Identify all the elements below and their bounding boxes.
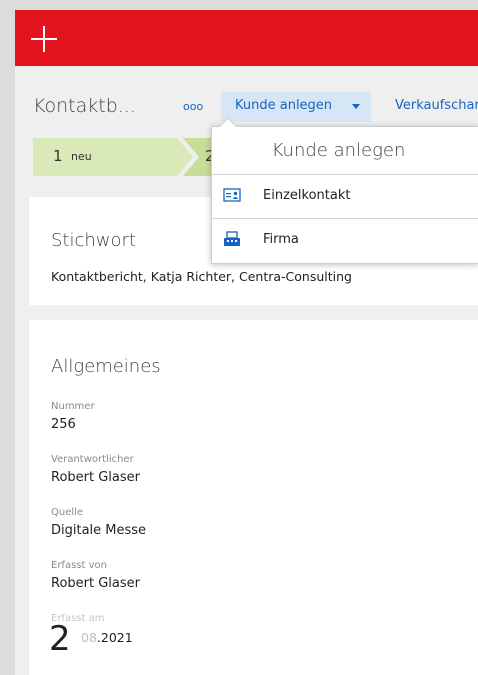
created-at-faded: 08 <box>81 630 97 645</box>
menu-item-single-contact[interactable]: Einzelkontakt <box>212 174 478 218</box>
keyword-heading: Stichwort <box>51 230 136 251</box>
created-at-value: 08.2021 <box>81 630 133 645</box>
top-bar <box>15 10 478 66</box>
chevron-down-icon <box>352 104 360 109</box>
number-value: 256 <box>51 417 76 432</box>
dropdown-title: Kunde anlegen <box>271 140 406 161</box>
menu-item-single-contact-label: Einzelkontakt <box>263 188 351 203</box>
contact-card-icon <box>223 188 241 202</box>
keyword-value: Kontaktbericht, Katja Richter, Centra-Co… <box>51 269 352 284</box>
stage-step-1[interactable]: 1 neu <box>33 138 193 176</box>
plus-icon[interactable] <box>31 26 57 52</box>
stage-1-number: 1 <box>53 147 63 165</box>
created-at-year: .2021 <box>96 630 133 645</box>
owner-label: Verantwortlicher <box>51 454 134 465</box>
created-by-label: Erfasst von <box>51 560 107 571</box>
command-bar: Kontaktb... ooo Kunde anlegen Verkaufsch… <box>15 66 478 122</box>
menu-item-company-label: Firma <box>263 232 299 247</box>
create-customer-label: Kunde anlegen <box>235 98 333 113</box>
owner-value: Robert Glaser <box>51 470 140 485</box>
created-at-day: 2 <box>49 619 71 659</box>
source-value: Digitale Messe <box>51 523 147 538</box>
building-icon <box>224 231 240 246</box>
page-title: Kontaktb... <box>33 95 136 117</box>
source-label: Quelle <box>51 507 84 518</box>
app-frame: Kontaktb... ooo Kunde anlegen Verkaufsch… <box>15 10 478 675</box>
general-card: Allgemeines Nummer 256 Verantwortlicher … <box>29 320 478 675</box>
menu-item-company[interactable]: Firma <box>212 218 478 262</box>
number-label: Nummer <box>51 401 95 412</box>
general-heading: Allgemeines <box>51 356 161 377</box>
more-icon[interactable]: ooo <box>183 100 203 113</box>
create-customer-dropdown: Kunde anlegen Einzelkontakt Firma <box>211 117 478 264</box>
stage-1-label: neu <box>71 150 92 163</box>
created-by-value: Robert Glaser <box>51 576 140 591</box>
sales-opportunity-button[interactable]: Verkaufschan <box>395 98 478 113</box>
create-customer-button[interactable]: Kunde anlegen <box>221 92 371 122</box>
